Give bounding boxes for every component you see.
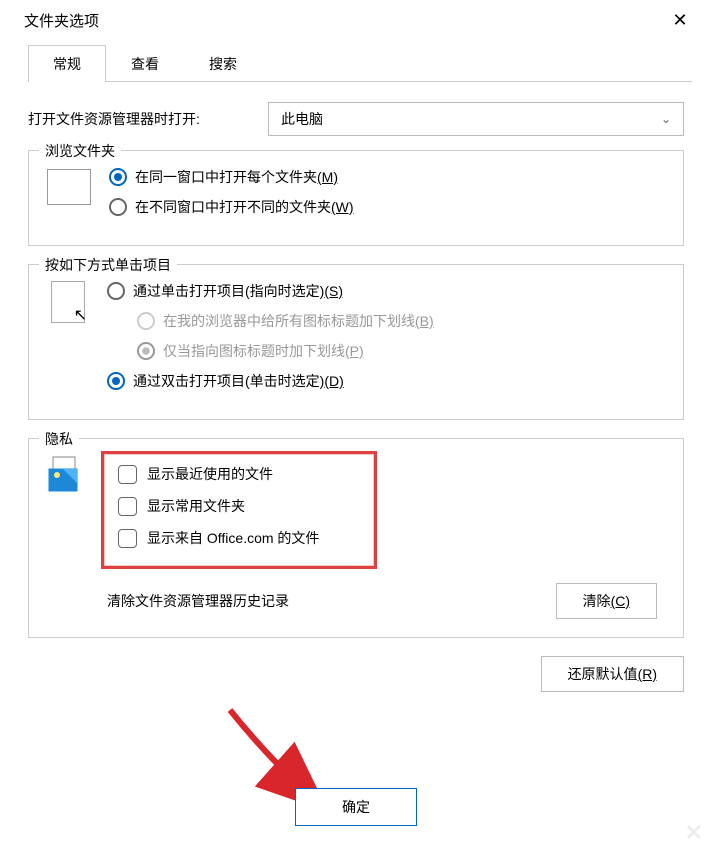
radio-label: 在不同窗口中打开不同的文件夹(W) [135, 197, 354, 217]
checkbox-office-files[interactable]: 显示来自 Office.com 的文件 [118, 528, 360, 548]
tab-bar: 常规 查看 搜索 [28, 44, 692, 82]
watermark: ✕ [685, 820, 704, 846]
restore-defaults-button[interactable]: 还原默认值(R) [541, 656, 684, 692]
close-button[interactable]: ✕ [664, 8, 696, 32]
radio-icon [137, 312, 155, 330]
click-items-group: 按如下方式单击项目 ↖ 通过单击打开项目(指向时选定)(S) 在我的浏览器中给所… [28, 264, 684, 420]
radio-double-click[interactable]: 通过双击打开项目(单击时选定)(D) [107, 371, 665, 391]
checkbox-icon [118, 497, 137, 516]
radio-browser-underline: 在我的浏览器中给所有图标标题加下划线(B) [137, 311, 665, 331]
radio-single-click[interactable]: 通过单击打开项目(指向时选定)(S) [107, 281, 665, 301]
radio-label: 仅当指向图标标题时加下划线(P) [163, 341, 364, 361]
radio-same-window[interactable]: 在同一窗口中打开每个文件夹(M) [109, 167, 665, 187]
checkbox-recent-files[interactable]: 显示最近使用的文件 [118, 464, 360, 484]
radio-icon [109, 198, 127, 216]
radio-icon [109, 168, 127, 186]
folder-window-icon [47, 167, 93, 207]
checkbox-frequent-folders[interactable]: 显示常用文件夹 [118, 496, 360, 516]
radio-label: 通过双击打开项目(单击时选定)(D) [133, 371, 344, 391]
radio-icon [137, 342, 155, 360]
privacy-group: 隐私 显示最近使用的文件 显示常用文件夹 [28, 438, 684, 638]
click-legend: 按如下方式单击项目 [39, 255, 177, 275]
browse-folders-group: 浏览文件夹 在同一窗口中打开每个文件夹(M) 在不同窗口中打开不同的文件夹(W) [28, 150, 684, 246]
window-title: 文件夹选项 [24, 10, 99, 31]
checkbox-icon [118, 529, 137, 548]
open-with-label: 打开文件资源管理器时打开: [28, 109, 268, 129]
radio-label: 在我的浏览器中给所有图标标题加下划线(B) [163, 311, 434, 331]
clear-button[interactable]: 清除(C) [556, 583, 657, 619]
radio-label: 在同一窗口中打开每个文件夹(M) [135, 167, 338, 187]
click-document-icon: ↖ [47, 281, 91, 329]
browse-legend: 浏览文件夹 [39, 141, 121, 161]
checkbox-label: 显示来自 Office.com 的文件 [147, 528, 319, 548]
radio-point-underline: 仅当指向图标标题时加下划线(P) [137, 341, 665, 361]
checkbox-label: 显示常用文件夹 [147, 496, 245, 516]
privacy-legend: 隐私 [39, 429, 79, 449]
radio-icon [107, 282, 125, 300]
radio-label: 通过单击打开项目(指向时选定)(S) [133, 281, 343, 301]
tab-search[interactable]: 搜索 [184, 45, 262, 82]
ok-button[interactable]: 确定 [295, 788, 417, 826]
open-with-select[interactable]: 此电脑 ⌄ [268, 102, 684, 136]
checkbox-label: 显示最近使用的文件 [147, 464, 273, 484]
open-with-value: 此电脑 [281, 109, 323, 129]
radio-icon [107, 372, 125, 390]
chevron-down-icon: ⌄ [661, 112, 671, 126]
tab-general[interactable]: 常规 [28, 45, 106, 82]
clear-history-label: 清除文件资源管理器历史记录 [107, 591, 289, 611]
checkbox-icon [118, 465, 137, 484]
close-icon: ✕ [672, 10, 687, 31]
privacy-icon [47, 455, 87, 619]
radio-new-window[interactable]: 在不同窗口中打开不同的文件夹(W) [109, 197, 665, 217]
highlight-annotation: 显示最近使用的文件 显示常用文件夹 显示来自 Office.com 的文件 [101, 451, 377, 569]
tab-view[interactable]: 查看 [106, 45, 184, 82]
